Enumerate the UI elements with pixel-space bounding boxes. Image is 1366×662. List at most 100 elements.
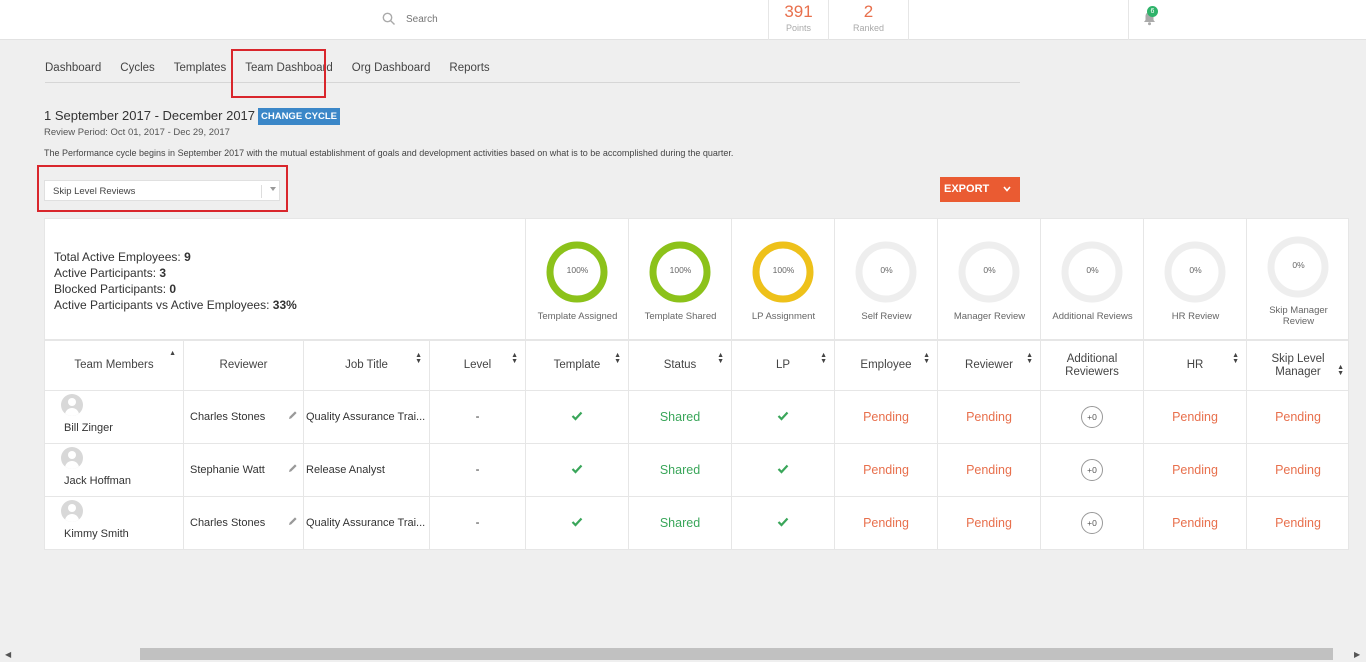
donut-label: Skip Manager Review — [1269, 305, 1328, 327]
ranked-stat[interactable]: 2 Ranked — [828, 0, 908, 40]
scroll-thumb[interactable] — [140, 648, 1333, 660]
table-cell: Pending — [1143, 391, 1246, 443]
active-value: 3 — [159, 266, 167, 280]
search-input[interactable] — [406, 13, 606, 25]
change-cycle-button[interactable]: CHANGE CYCLE — [258, 108, 340, 125]
summary-stats: Total Active Employees: 9 Active Partici… — [54, 249, 297, 313]
table-header-row: Team Members ▲ Reviewer Job Title ▲ ▼ Level ▲ ▼ T… — [45, 340, 1348, 390]
donut-manager-review: 0% Manager Review — [937, 219, 1040, 340]
column-header-label: Team Members — [74, 359, 154, 371]
edit-pencil-icon[interactable] — [288, 516, 298, 529]
member-name[interactable]: Kimmy Smith — [64, 528, 129, 540]
sort-icon[interactable]: ▲ ▼ — [1026, 352, 1033, 365]
tab-org-dashboard[interactable]: Org Dashboard — [352, 56, 431, 82]
search-box[interactable] — [382, 12, 606, 26]
skip-level-status[interactable]: Pending — [1275, 463, 1321, 477]
tab-dashboard[interactable]: Dashboard — [45, 56, 101, 82]
column-header[interactable]: Additional Reviewers — [1040, 341, 1143, 390]
table-cell: Pending — [1246, 444, 1349, 496]
active-label: Active Participants: — [54, 266, 157, 280]
sort-icon[interactable]: ▲ ▼ — [614, 352, 621, 365]
table-cell — [731, 391, 834, 443]
edit-pencil-icon[interactable] — [288, 463, 298, 476]
donut-percent: 100% — [772, 265, 795, 275]
tab-templates[interactable]: Templates — [174, 56, 226, 82]
column-header-label: Reviewer — [219, 359, 268, 371]
ranked-label: Ranked — [852, 23, 885, 33]
additional-reviewers-button[interactable]: +0 — [1081, 459, 1103, 481]
employee-status[interactable]: Pending — [863, 410, 909, 424]
sort-icon[interactable]: ▲ ▼ — [415, 352, 422, 365]
donut-self-review: 0% Self Review — [834, 219, 937, 340]
reviewer-status[interactable]: Pending — [966, 410, 1012, 424]
scroll-left-icon[interactable]: ◀ — [5, 650, 11, 659]
column-header[interactable]: Status ▲ ▼ — [628, 341, 731, 390]
tab-cycles[interactable]: Cycles — [120, 56, 155, 82]
member-name[interactable]: Jack Hoffman — [64, 475, 131, 487]
edit-pencil-icon[interactable] — [288, 410, 298, 423]
table-row[interactable]: Jack Hoffman Stephanie Watt Release Analys… — [45, 443, 1348, 496]
scroll-right-icon[interactable]: ▶ — [1354, 650, 1360, 659]
status-badge: Shared — [659, 463, 701, 477]
check-icon — [571, 411, 583, 424]
column-header-label: Level — [463, 359, 492, 371]
additional-reviewers-button[interactable]: +0 — [1081, 406, 1103, 428]
table-cell — [525, 444, 628, 496]
notification-button[interactable]: 6 — [1128, 0, 1168, 40]
search-icon — [382, 12, 395, 25]
column-header[interactable]: Level ▲ ▼ — [429, 341, 525, 390]
employee-status[interactable]: Pending — [863, 516, 909, 530]
export-button[interactable]: EXPORT — [940, 177, 1020, 202]
hr-status[interactable]: Pending — [1172, 463, 1218, 477]
table-cell — [525, 497, 628, 549]
employee-status[interactable]: Pending — [863, 463, 909, 477]
member-name[interactable]: Bill Zinger — [64, 422, 113, 434]
column-header[interactable]: Employee ▲ ▼ — [834, 341, 937, 390]
avatar — [61, 500, 83, 522]
tab-reports[interactable]: Reports — [449, 56, 489, 82]
points-stat[interactable]: 391 Points — [768, 0, 828, 40]
sort-icon[interactable]: ▲ ▼ — [1232, 352, 1239, 365]
sort-asc-icon[interactable]: ▲ — [169, 350, 176, 357]
hr-status[interactable]: Pending — [1172, 410, 1218, 424]
column-header-label: Employee — [860, 359, 912, 371]
column-header[interactable]: Team Members ▲ — [45, 341, 183, 390]
hr-status[interactable]: Pending — [1172, 516, 1218, 530]
column-header[interactable]: Reviewer — [183, 341, 303, 390]
column-header[interactable]: Job Title ▲ ▼ — [303, 341, 429, 390]
sort-icon[interactable]: ▲ ▼ — [511, 352, 518, 365]
column-header[interactable]: Skip Level Manager ▲ ▼ — [1246, 341, 1349, 390]
table-cell: Quality Assurance Trai... — [303, 497, 429, 549]
column-header[interactable]: LP ▲ ▼ — [731, 341, 834, 390]
column-header-label: Reviewer — [965, 359, 1013, 371]
export-label: EXPORT — [944, 183, 990, 195]
reviewer-status[interactable]: Pending — [966, 463, 1012, 477]
table-cell: Charles Stones — [183, 497, 303, 549]
donut-label: Self Review — [861, 311, 912, 322]
horizontal-scrollbar[interactable]: ◀ ▶ — [0, 646, 1366, 662]
status-badge: Shared — [659, 410, 701, 424]
column-header[interactable]: Template ▲ ▼ — [525, 341, 628, 390]
table-cell: Jack Hoffman — [45, 444, 183, 496]
cycle-title: 1 September 2017 - December 2017 — [44, 108, 256, 123]
sort-icon[interactable]: ▲ ▼ — [717, 352, 724, 365]
sort-icon[interactable]: ▲ ▼ — [923, 352, 930, 365]
column-header-label: Template — [553, 359, 601, 371]
skip-level-status[interactable]: Pending — [1275, 410, 1321, 424]
column-header[interactable]: HR ▲ ▼ — [1143, 341, 1246, 390]
table-cell: Pending — [937, 444, 1040, 496]
reviewer-name: Stephanie Watt — [190, 464, 265, 476]
additional-reviewers-button[interactable]: +0 — [1081, 512, 1103, 534]
donut-percent: 0% — [880, 265, 893, 275]
table-row[interactable]: Bill Zinger Charles Stones Quality Assuran… — [45, 390, 1348, 443]
sort-icon[interactable]: ▲ ▼ — [1337, 364, 1344, 377]
highlight-box — [231, 49, 326, 98]
table-cell: +0 — [1040, 391, 1143, 443]
table-row[interactable]: Kimmy Smith Charles Stones Quality Assuran… — [45, 496, 1348, 549]
table-cell: Shared — [628, 497, 731, 549]
column-header[interactable]: Reviewer ▲ ▼ — [937, 341, 1040, 390]
skip-level-status[interactable]: Pending — [1275, 516, 1321, 530]
reviewer-status[interactable]: Pending — [966, 516, 1012, 530]
sort-icon[interactable]: ▲ ▼ — [820, 352, 827, 365]
level-value: - — [475, 517, 480, 529]
